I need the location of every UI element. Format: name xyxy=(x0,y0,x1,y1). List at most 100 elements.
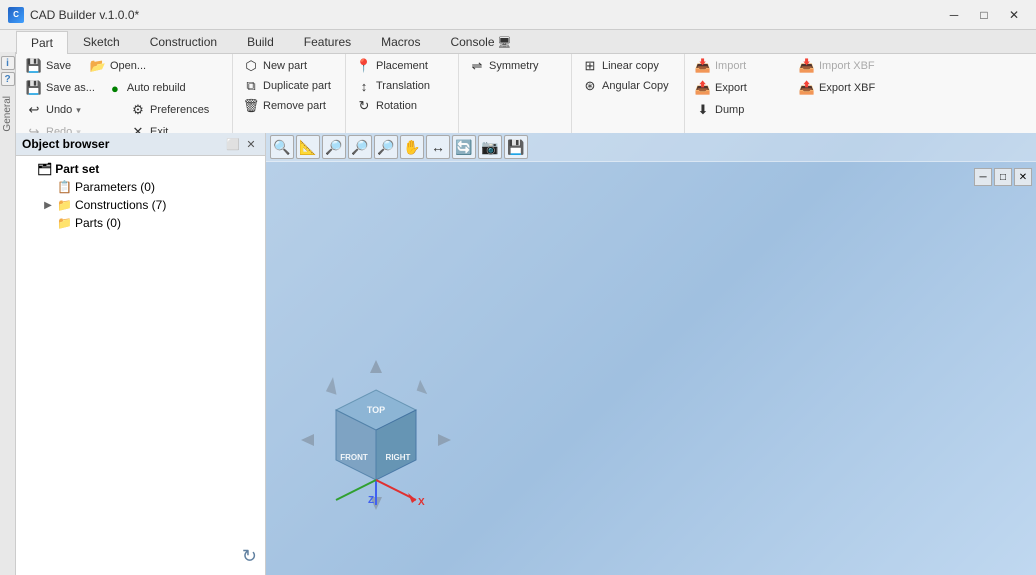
svg-text:X: X xyxy=(418,497,425,508)
copy-group: ⊞ Linear copy ⊛ Angular Copy xyxy=(572,54,685,144)
panel-float-button[interactable]: ⬜ xyxy=(225,136,241,152)
import-xbf-button[interactable]: 📥 Import XBF xyxy=(795,56,895,76)
vt-rotate-button[interactable]: ↔ xyxy=(426,135,450,159)
viewport-3d[interactable]: TOP FRONT RIGHT Z X xyxy=(266,162,1036,575)
vt-zoom-button[interactable]: 🔎 xyxy=(322,135,346,159)
panel-header: Object browser ⬜ ✕ xyxy=(16,133,265,156)
vt-zoom-region-button[interactable]: 🔎 xyxy=(348,135,372,159)
vt-camera-button[interactable]: 📷 xyxy=(478,135,502,159)
vt-measure-button[interactable]: 📐 xyxy=(296,135,320,159)
undo-button[interactable]: ↩ Undo ▾ xyxy=(22,100,122,120)
navigation-cube[interactable]: TOP FRONT RIGHT Z X xyxy=(296,355,446,515)
svg-text:TOP: TOP xyxy=(367,405,385,415)
export-button[interactable]: 📤 Export xyxy=(691,78,791,98)
constructions-node[interactable]: ▶ 📁 Constructions (7) xyxy=(40,196,261,214)
minimize-button[interactable]: ─ xyxy=(940,4,968,26)
construction-group: 📍 Placement ↕ Translation ↻ Rotation xyxy=(346,54,459,144)
dump-icon: ⬇ xyxy=(695,102,711,118)
new-part-button[interactable]: ⬡ New part xyxy=(239,56,339,76)
tab-build[interactable]: Build xyxy=(232,30,289,53)
angular-copy-button[interactable]: ⊛ Angular Copy xyxy=(578,76,678,96)
import-button[interactable]: 📥 Import xyxy=(691,56,791,76)
undo-icon: ↩ xyxy=(26,102,42,118)
parts-node[interactable]: 📁 Parts (0) xyxy=(40,214,261,232)
app-title: CAD Builder v.1.0.0* xyxy=(30,8,139,22)
vt-save-view-button[interactable]: 💾 xyxy=(504,135,528,159)
constructions-expander: ▶ xyxy=(42,200,54,211)
remove-part-icon: 🗑 xyxy=(243,98,259,114)
root-icon: 🗂 xyxy=(37,162,52,176)
vt-view-button[interactable]: 🔍 xyxy=(270,135,294,159)
question-icon[interactable]: ? xyxy=(1,72,15,86)
tab-sketch[interactable]: Sketch xyxy=(68,30,135,53)
import-icon: 📥 xyxy=(695,58,711,74)
panel-close-button[interactable]: ✕ xyxy=(243,136,259,152)
constructions-label: Constructions (7) xyxy=(75,198,166,212)
general-panel-tab[interactable]: i ? General xyxy=(0,52,16,575)
duplicate-part-icon: ⧉ xyxy=(243,78,259,94)
window-controls: ─ □ ✕ xyxy=(940,4,1028,26)
linear-copy-button[interactable]: ⊞ Linear copy xyxy=(578,56,678,76)
tree-children: 📋 Parameters (0) ▶ 📁 Constructions (7) 📁… xyxy=(20,178,261,232)
svg-text:FRONT: FRONT xyxy=(340,453,368,462)
cube-svg: TOP FRONT RIGHT Z X xyxy=(296,355,456,525)
io-group: 📥 Import 📥 Import XBF 📤 Export 📤 Export … xyxy=(685,54,901,144)
tab-part[interactable]: Part xyxy=(16,31,68,54)
translation-button[interactable]: ↕ Translation xyxy=(352,76,452,96)
rotation-icon: ↻ xyxy=(356,98,372,114)
save-icon: 💾 xyxy=(26,58,42,74)
auto-rebuild-icon: ● xyxy=(107,80,123,96)
symmetry-button[interactable]: ⇌ Symmetry xyxy=(465,56,565,76)
remove-part-button[interactable]: 🗑 Remove part xyxy=(239,96,339,116)
title-bar: C CAD Builder v.1.0.0* ─ □ ✕ xyxy=(0,0,1036,30)
save-button[interactable]: 💾 Save xyxy=(22,56,82,76)
placement-button[interactable]: 📍 Placement xyxy=(352,56,452,76)
open-icon: 📂 xyxy=(90,58,106,74)
constructions-icon: 📁 xyxy=(57,198,72,212)
linear-copy-icon: ⊞ xyxy=(582,58,598,74)
rotation-button[interactable]: ↻ Rotation xyxy=(352,96,452,116)
parts-label: Parts (0) xyxy=(75,216,121,230)
export-xbf-icon: 📤 xyxy=(799,80,815,96)
dump-button[interactable]: ⬇ Dump xyxy=(691,100,791,120)
panel-header-controls: ⬜ ✕ xyxy=(225,136,259,152)
refresh-button[interactable]: ↻ xyxy=(242,546,257,567)
preferences-icon: ⚙ xyxy=(130,102,146,118)
vt-spin-button[interactable]: 🔄 xyxy=(452,135,476,159)
symmetry-group: ⇌ Symmetry xyxy=(459,54,572,144)
vt-fit-button[interactable]: 🔎 xyxy=(374,135,398,159)
open-button[interactable]: 📂 Open... xyxy=(86,56,151,76)
tab-construction[interactable]: Construction xyxy=(135,30,232,53)
close-button[interactable]: ✕ xyxy=(1000,4,1028,26)
viewport-area: 🔍 📐 🔎 🔎 🔎 ✋ ↔ 🔄 📷 💾 ─ □ ✕ xyxy=(266,133,1036,575)
symmetry-icon: ⇌ xyxy=(469,58,485,74)
export-xbf-button[interactable]: 📤 Export XBF xyxy=(795,78,895,98)
vt-pan-button[interactable]: ✋ xyxy=(400,135,424,159)
info-icon[interactable]: i xyxy=(1,56,15,70)
app-icon: C xyxy=(8,7,24,23)
console-icon: 🖥 xyxy=(498,36,512,49)
tab-features[interactable]: Features xyxy=(289,30,366,53)
svg-text:RIGHT: RIGHT xyxy=(386,453,411,462)
tab-macros[interactable]: Macros xyxy=(366,30,435,53)
object-browser-panel: Object browser ⬜ ✕ 🗂 Part set 📋 Paramete… xyxy=(16,133,266,575)
preferences-button[interactable]: ⚙ Preferences xyxy=(126,100,226,120)
auto-rebuild-button[interactable]: ● Auto rebuild xyxy=(103,78,193,98)
params-label: Parameters (0) xyxy=(75,180,155,194)
parameters-node[interactable]: 📋 Parameters (0) xyxy=(40,178,261,196)
import-xbf-icon: 📥 xyxy=(799,58,815,74)
save-as-button[interactable]: 💾 Save as... xyxy=(22,78,99,98)
general-label[interactable]: General xyxy=(2,96,13,132)
params-icon: 📋 xyxy=(57,180,72,194)
restore-button[interactable]: □ xyxy=(970,4,998,26)
new-part-icon: ⬡ xyxy=(243,58,259,74)
tab-console[interactable]: Console 🖥 xyxy=(435,30,526,53)
tree-root-node[interactable]: 🗂 Part set xyxy=(20,160,261,178)
placement-icon: 📍 xyxy=(356,58,372,74)
object-tree: 🗂 Part set 📋 Parameters (0) ▶ 📁 Construc… xyxy=(16,156,265,575)
duplicate-part-button[interactable]: ⧉ Duplicate part xyxy=(239,76,339,96)
export-icon: 📤 xyxy=(695,80,711,96)
undo-dropdown-icon[interactable]: ▾ xyxy=(76,105,81,116)
tab-console-label: Console xyxy=(450,35,494,49)
parts-icon: 📁 xyxy=(57,216,72,230)
